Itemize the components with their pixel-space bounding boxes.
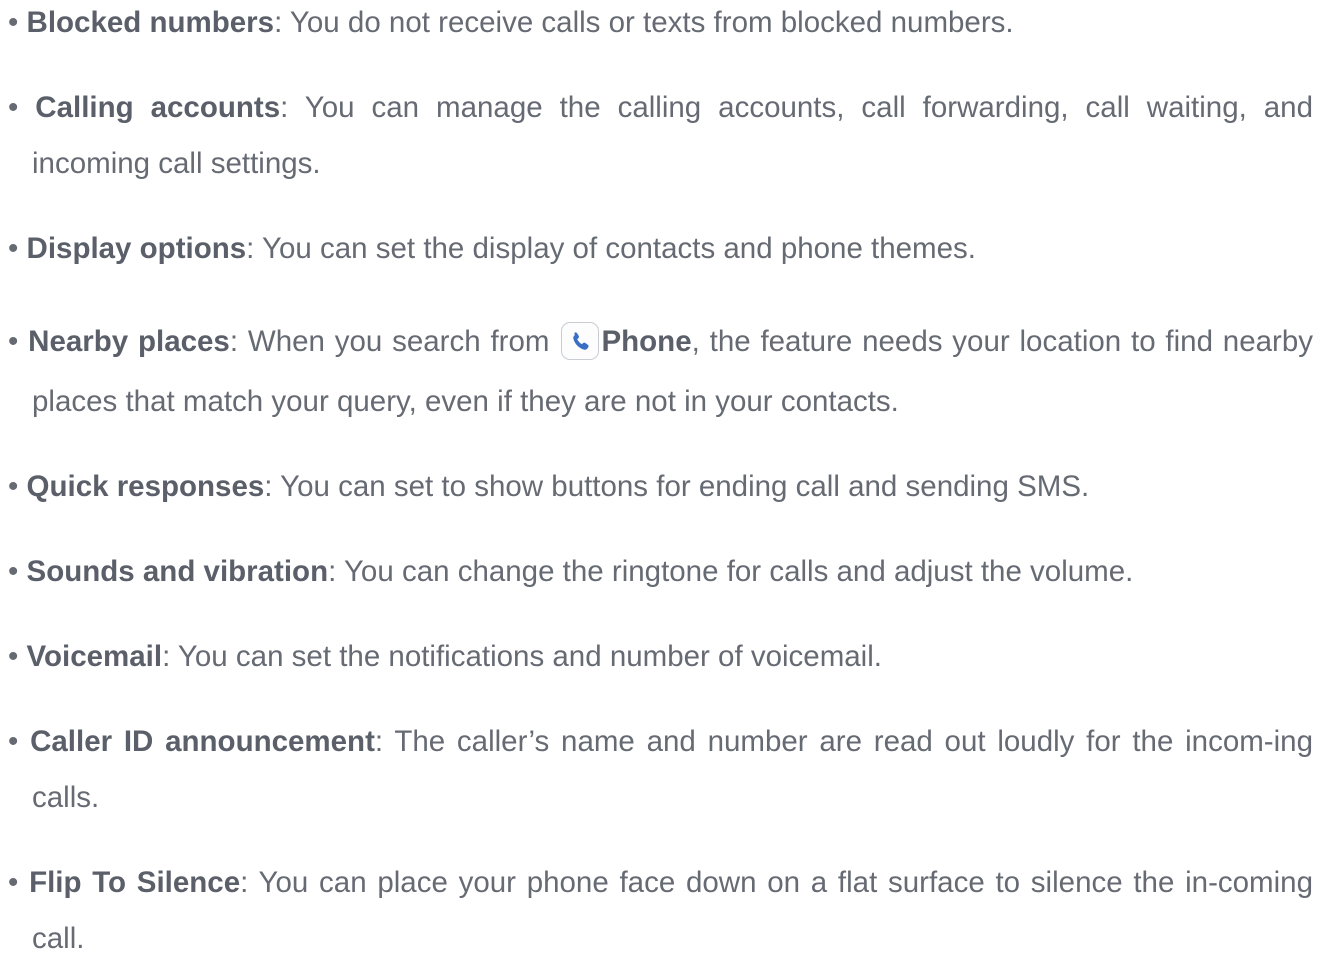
list-item-calling-accounts: • Calling accounts: You can manage the c… [0,80,1313,192]
bullet: • [8,325,19,358]
bullet: • [8,470,19,503]
term-display-options: Display options [26,232,247,265]
desc-quick-responses: : You can set to show buttons for ending… [264,470,1090,503]
desc-voicemail: : You can set the notifications and numb… [162,640,882,673]
bullet: • [8,866,19,899]
list-item-caller-id-announcement: • Caller ID announcement: The caller’s n… [0,714,1313,826]
list-item-display-options: • Display options: You can set the displ… [0,221,1313,277]
term-quick-responses: Quick responses [26,470,265,503]
list-item-voicemail: • Voicemail: You can set the notificatio… [0,629,1313,685]
term-sounds-and-vibration: Sounds and vibration [26,555,329,588]
term-voicemail: Voicemail [26,640,163,673]
app-name-phone: Phone [601,325,692,358]
bullet: • [8,91,19,124]
list-item-quick-responses: • Quick responses: You can set to show b… [0,459,1313,515]
list-item-sounds-and-vibration: • Sounds and vibration: You can change t… [0,544,1313,600]
bullet: • [8,640,19,673]
bullet: • [8,725,19,758]
desc-display-options: : You can set the display of contacts an… [246,232,976,265]
bullet: • [8,555,19,588]
term-caller-id-announcement: Caller ID announcement [30,725,375,758]
term-calling-accounts: Calling accounts [35,91,281,124]
desc-nearby-places-before: : When you search from [229,325,550,358]
phone-app-icon [561,322,600,360]
bullet: • [8,232,19,265]
list-item-blocked-numbers: • Blocked numbers: You do not receive ca… [0,0,1313,51]
term-nearby-places: Nearby places [28,325,230,358]
desc-blocked-numbers: : You do not receive calls or texts from… [274,6,1014,39]
list-item-flip-to-silence: • Flip To Silence: You can place your ph… [0,855,1313,967]
term-blocked-numbers: Blocked numbers [26,6,275,39]
term-flip-to-silence: Flip To Silence [29,866,241,899]
desc-sounds-and-vibration: : You can change the ringtone for calls … [328,555,1134,588]
bullet: • [8,6,19,39]
list-item-nearby-places: • Nearby places: When you search from Pho… [0,312,1313,432]
